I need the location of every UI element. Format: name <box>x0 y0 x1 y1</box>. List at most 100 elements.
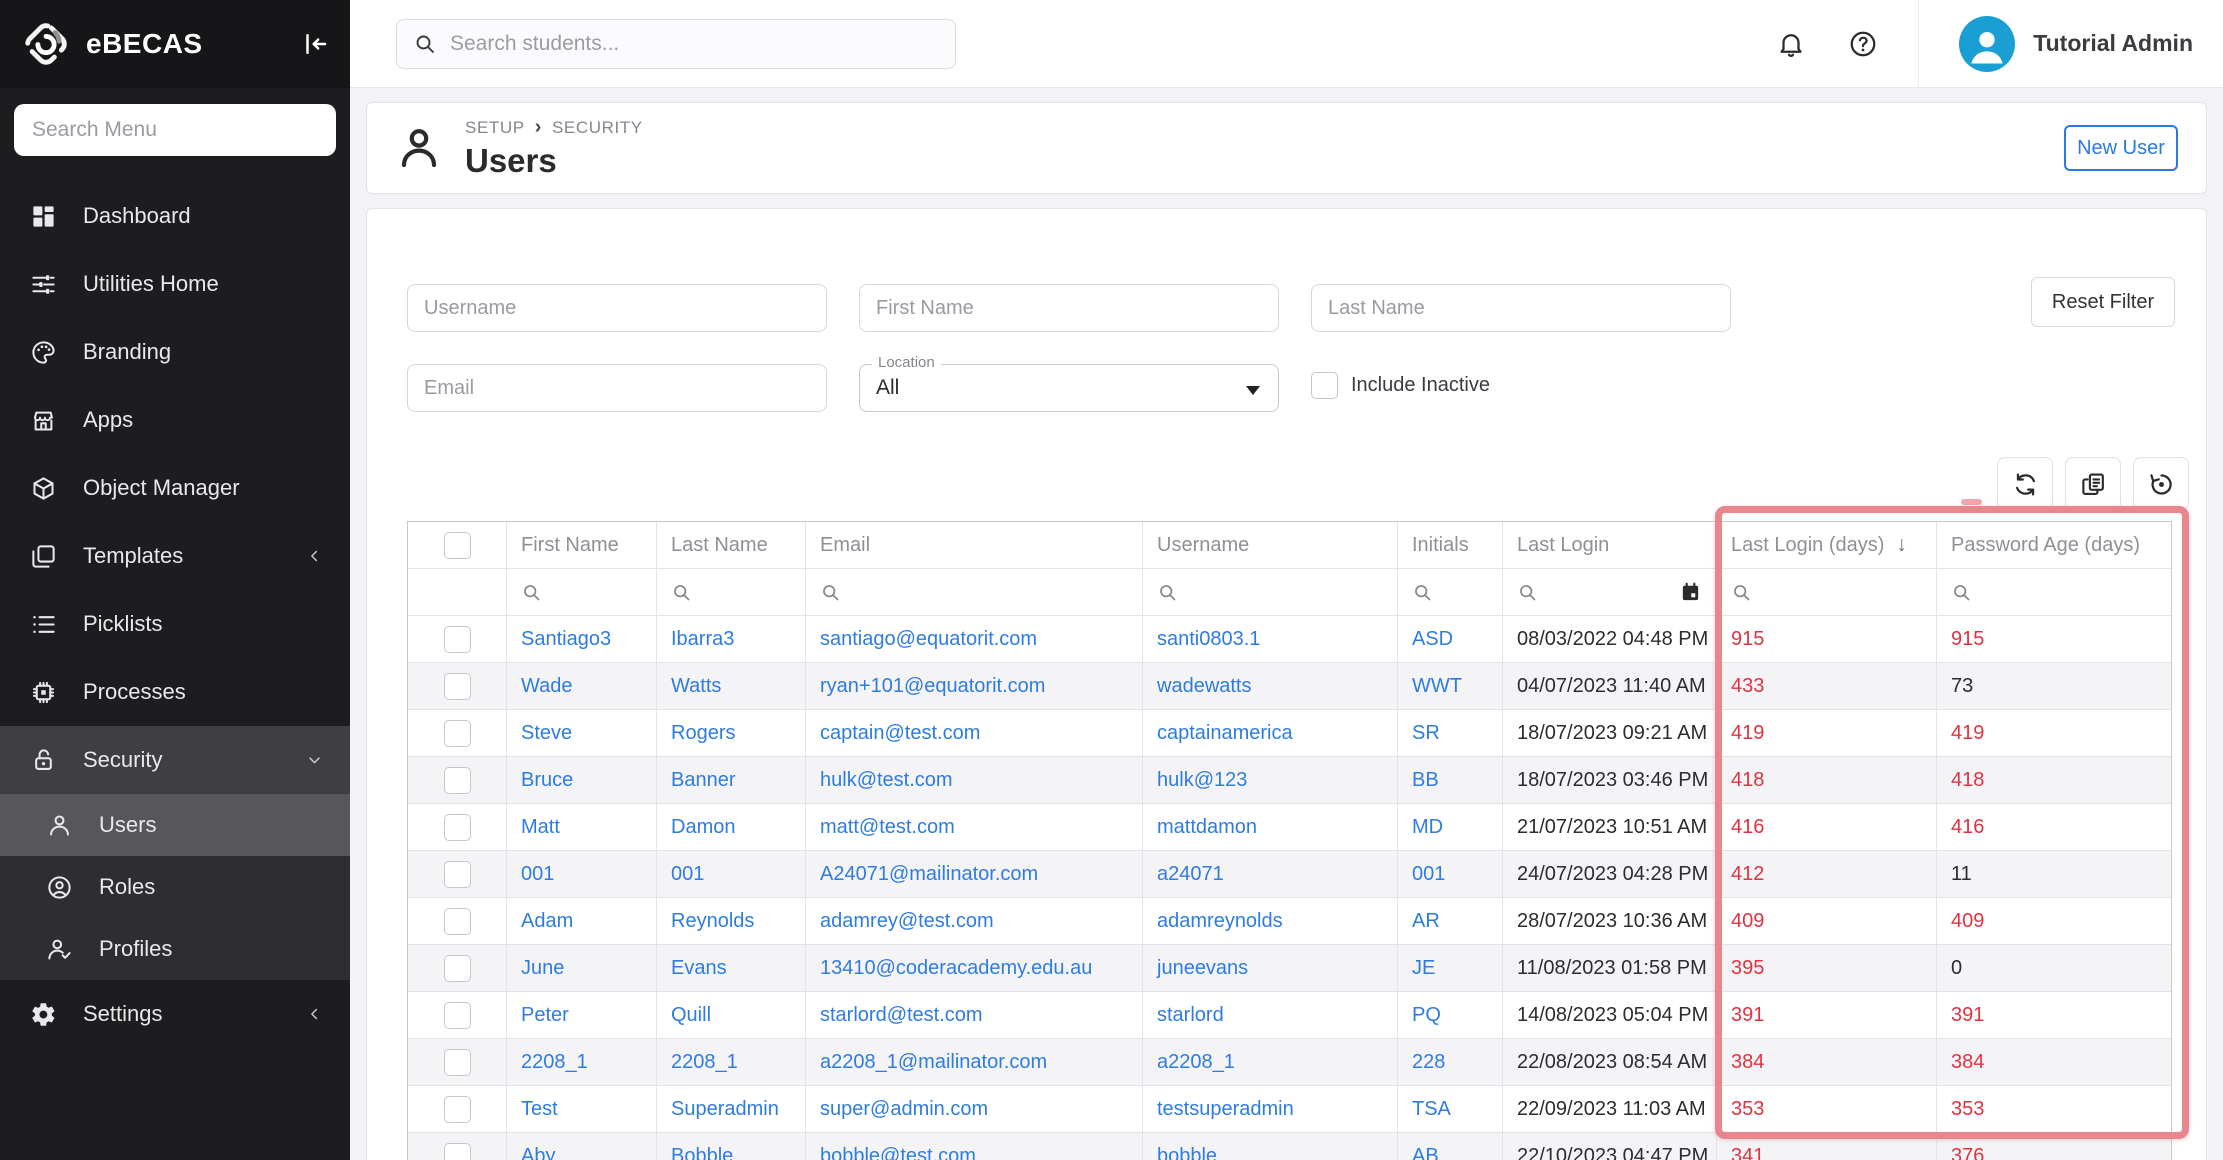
column-header-last-name[interactable]: Last Name <box>657 522 806 568</box>
calendar-icon[interactable] <box>1679 581 1702 604</box>
first-link[interactable]: Aby <box>521 1145 555 1160</box>
column-header-email[interactable]: Email <box>806 522 1143 568</box>
last-link[interactable]: Evans <box>671 957 727 980</box>
first-link[interactable]: Bruce <box>521 769 573 792</box>
email-link[interactable]: matt@test.com <box>820 816 955 839</box>
sidebar-item-object-manager[interactable]: Object Manager <box>0 454 350 522</box>
last-link[interactable]: Quill <box>671 1004 711 1027</box>
row-checkbox[interactable] <box>444 767 471 794</box>
username-link[interactable]: a2208_1 <box>1157 1051 1235 1074</box>
sidebar-item-dashboard[interactable]: Dashboard <box>0 182 350 250</box>
student-search-input[interactable] <box>450 32 939 56</box>
last-link[interactable]: Bobble <box>671 1145 733 1160</box>
refresh-button[interactable] <box>1997 457 2053 511</box>
breadcrumb-security[interactable]: SECURITY <box>552 118 643 138</box>
last-link[interactable]: Damon <box>671 816 735 839</box>
username-link[interactable]: juneevans <box>1157 957 1248 980</box>
initials-link[interactable]: TSA <box>1412 1098 1451 1121</box>
bell-icon[interactable] <box>1776 29 1806 59</box>
initials-link[interactable]: 001 <box>1412 863 1445 886</box>
include-inactive-checkbox-row[interactable]: Include Inactive <box>1311 372 1490 399</box>
column-header-last-login[interactable]: Last Login <box>1503 522 1717 568</box>
column-filter-initials[interactable] <box>1398 569 1503 615</box>
email-link[interactable]: a2208_1@mailinator.com <box>820 1051 1047 1074</box>
initials-link[interactable]: BB <box>1412 769 1439 792</box>
first-link[interactable]: 001 <box>521 863 554 886</box>
column-filter-last-login-days[interactable] <box>1717 569 1937 615</box>
last-link[interactable]: Banner <box>671 769 736 792</box>
user-name[interactable]: Tutorial Admin <box>2033 30 2193 57</box>
last-name-filter-input[interactable] <box>1311 284 1731 332</box>
first-link[interactable]: 2208_1 <box>521 1051 588 1074</box>
username-link[interactable]: a24071 <box>1157 863 1224 886</box>
sidebar-item-users[interactable]: Users <box>0 794 350 856</box>
email-link[interactable]: ryan+101@equatorit.com <box>820 675 1045 698</box>
username-link[interactable]: santi0803.1 <box>1157 628 1260 651</box>
row-checkbox[interactable] <box>444 1049 471 1076</box>
sidebar-item-utilities-home[interactable]: Utilities Home <box>0 250 350 318</box>
last-link[interactable]: Ibarra3 <box>671 628 734 651</box>
first-link[interactable]: Test <box>521 1098 558 1121</box>
email-link[interactable]: bobble@test.com <box>820 1145 976 1160</box>
first-link[interactable]: Matt <box>521 816 560 839</box>
first-link[interactable]: June <box>521 957 564 980</box>
sidebar-item-profiles[interactable]: Profiles <box>0 918 350 980</box>
email-link[interactable]: hulk@test.com <box>820 769 953 792</box>
username-link[interactable]: wadewatts <box>1157 675 1252 698</box>
sidebar-item-branding[interactable]: Branding <box>0 318 350 386</box>
column-filter-email[interactable] <box>806 569 1143 615</box>
column-header-last-login-days[interactable]: Last Login (days)↓ <box>1717 522 1937 568</box>
select-all-checkbox[interactable] <box>444 532 471 559</box>
row-checkbox[interactable] <box>444 955 471 982</box>
row-checkbox[interactable] <box>444 1096 471 1123</box>
sidebar-item-roles[interactable]: Roles <box>0 856 350 918</box>
row-checkbox[interactable] <box>444 1002 471 1029</box>
sidebar-item-security[interactable]: Security <box>0 726 350 794</box>
first-link[interactable]: Peter <box>521 1004 569 1027</box>
sidebar-item-templates[interactable]: Templates <box>0 522 350 590</box>
last-link[interactable]: 2208_1 <box>671 1051 738 1074</box>
row-checkbox[interactable] <box>444 626 471 653</box>
last-link[interactable]: Reynolds <box>671 910 754 933</box>
reset-filter-button[interactable]: Reset Filter <box>2031 277 2175 327</box>
sidebar-search-input[interactable] <box>14 104 336 156</box>
email-filter-input[interactable] <box>407 364 827 412</box>
username-link[interactable]: adamreynolds <box>1157 910 1283 933</box>
sidebar-item-picklists[interactable]: Picklists <box>0 590 350 658</box>
row-checkbox[interactable] <box>444 861 471 888</box>
last-link[interactable]: Superadmin <box>671 1098 779 1121</box>
initials-link[interactable]: WWT <box>1412 675 1462 698</box>
row-checkbox[interactable] <box>444 1143 471 1160</box>
column-header-first-name[interactable]: First Name <box>507 522 657 568</box>
initials-link[interactable]: AR <box>1412 910 1440 933</box>
initials-link[interactable]: SR <box>1412 722 1440 745</box>
sidebar-item-apps[interactable]: Apps <box>0 386 350 454</box>
sidebar-item-processes[interactable]: Processes <box>0 658 350 726</box>
row-checkbox[interactable] <box>444 720 471 747</box>
initials-link[interactable]: 228 <box>1412 1051 1445 1074</box>
column-header-password-age-days[interactable]: Password Age (days) <box>1937 522 2173 568</box>
row-checkbox[interactable] <box>444 673 471 700</box>
column-filter-first-name[interactable] <box>507 569 657 615</box>
first-link[interactable]: Santiago3 <box>521 628 611 651</box>
first-name-filter-input[interactable] <box>859 284 1279 332</box>
first-link[interactable]: Adam <box>521 910 573 933</box>
last-link[interactable]: Watts <box>671 675 721 698</box>
email-link[interactable]: super@admin.com <box>820 1098 988 1121</box>
column-filter-last-name[interactable] <box>657 569 806 615</box>
username-link[interactable]: bobble <box>1157 1145 1217 1160</box>
initials-link[interactable]: ASD <box>1412 628 1453 651</box>
row-checkbox[interactable] <box>444 908 471 935</box>
email-link[interactable]: adamrey@test.com <box>820 910 994 933</box>
initials-link[interactable]: JE <box>1412 957 1435 980</box>
location-select[interactable]: Location All <box>859 364 1279 412</box>
first-link[interactable]: Steve <box>521 722 572 745</box>
username-link[interactable]: testsuperadmin <box>1157 1098 1294 1121</box>
column-header-initials[interactable]: Initials <box>1398 522 1503 568</box>
history-button[interactable] <box>2133 457 2189 511</box>
breadcrumb-setup[interactable]: SETUP <box>465 118 525 138</box>
last-link[interactable]: 001 <box>671 863 704 886</box>
column-filter-username[interactable] <box>1143 569 1398 615</box>
first-link[interactable]: Wade <box>521 675 573 698</box>
copy-button[interactable] <box>2065 457 2121 511</box>
